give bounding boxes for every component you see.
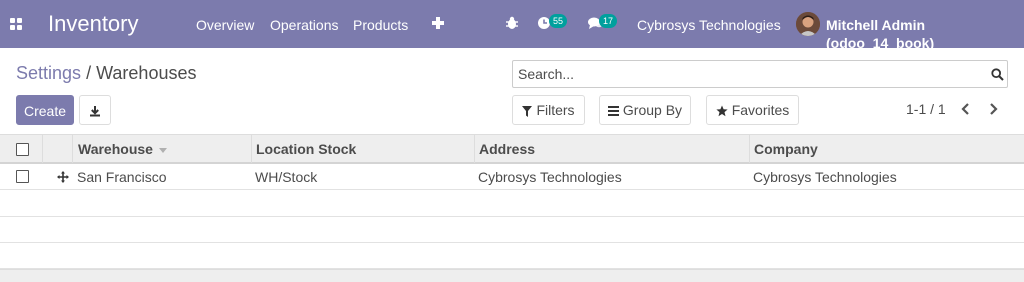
table-row[interactable]: San Francisco WH/Stock Cybrosys Technolo… [0,164,1024,190]
export-button[interactable] [79,95,111,125]
plus-icon[interactable] [432,17,444,29]
group-by-icon [607,106,619,117]
cell-company: Cybrosys Technologies [753,169,897,185]
search-input[interactable] [518,65,968,83]
user-avatar[interactable] [796,12,820,36]
cell-warehouse: San Francisco [77,169,167,185]
breadcrumb-separator: / [86,63,92,83]
message-count-badge[interactable]: 17 [599,14,618,28]
column-separator [72,135,73,163]
search-box[interactable] [512,60,1008,88]
column-separator[interactable] [474,135,475,163]
top-navbar: Inventory Overview Operations Products 5… [0,0,1024,51]
menu-overview[interactable]: Overview [196,16,254,34]
menu-products[interactable]: Products [353,16,408,34]
column-header-address[interactable]: Address [479,135,535,163]
favorites-button[interactable]: Favorites [706,95,799,125]
download-icon [90,106,100,117]
filters-label: Filters [536,102,575,118]
search-icon[interactable] [991,68,1004,81]
activity-count-badge[interactable]: 55 [549,14,568,28]
filter-icon [522,105,533,117]
column-header-warehouse[interactable]: Warehouse [78,135,167,163]
pager-value[interactable]: 1-1 / 1 [906,100,946,118]
table-footer [0,269,1024,282]
favorites-label: Favorites [731,102,790,118]
drag-handle-icon[interactable] [57,171,69,183]
breadcrumb-settings[interactable]: Settings [16,63,81,83]
group-by-button[interactable]: Group By [599,95,691,125]
empty-row [0,243,1024,269]
sort-caret-icon [158,147,167,153]
breadcrumb-current: Warehouses [96,63,197,83]
breadcrumb: Settings / Warehouses [16,62,196,84]
column-separator[interactable] [749,135,750,163]
table-header: Warehouse Location Stock Address Company [0,134,1024,164]
empty-row [0,217,1024,243]
select-all-checkbox[interactable] [16,143,29,156]
empty-row [0,191,1024,217]
create-button[interactable]: Create [16,95,74,125]
cell-location-stock: WH/Stock [255,169,318,185]
apps-menu-icon[interactable] [10,18,22,30]
column-separator[interactable] [251,135,252,163]
user-menu[interactable]: Mitchell Admin (odoo_14_book) [826,16,1024,52]
group-by-label: Group By [622,102,683,118]
company-switcher[interactable]: Cybrosys Technologies [637,16,781,34]
column-header-location-stock[interactable]: Location Stock [256,135,356,163]
cell-address: Cybrosys Technologies [478,169,622,185]
row-checkbox[interactable] [16,170,29,183]
column-header-company[interactable]: Company [754,135,818,163]
column-separator [42,135,43,163]
star-icon [716,105,728,117]
chevron-right-icon[interactable] [984,99,1002,119]
bug-icon[interactable] [505,16,519,30]
menu-operations[interactable]: Operations [270,16,338,34]
app-name[interactable]: Inventory [48,10,139,38]
chevron-left-icon[interactable] [957,99,975,119]
filters-button[interactable]: Filters [512,95,585,125]
